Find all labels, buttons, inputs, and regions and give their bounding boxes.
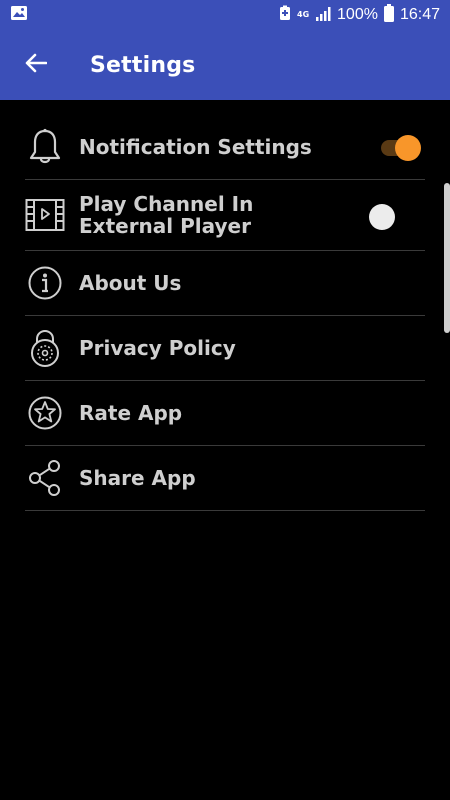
video-icon [25,195,65,235]
battery-saver-icon [279,5,291,25]
arrow-left-icon [25,53,48,77]
about-us-row[interactable]: About Us [25,251,425,316]
signal-icon [315,6,331,25]
status-bar: 4G 100% 16:47 [0,0,450,30]
notification-toggle[interactable] [381,135,421,161]
privacy-policy-label: Privacy Policy [79,336,236,360]
image-notification-icon [10,5,28,25]
clock: 16:47 [399,6,440,23]
share-app-row[interactable]: Share App [25,446,425,511]
lock-icon [25,328,65,368]
star-icon [25,393,65,433]
external-player-row[interactable]: Play Channel In External Player [25,180,425,251]
scrollbar[interactable] [444,183,450,333]
bell-icon [25,127,65,167]
rate-app-label: Rate App [79,401,183,425]
settings-list: Notification Settings Play Channel In Ex… [25,115,425,511]
notification-settings-row[interactable]: Notification Settings [25,115,425,180]
notification-settings-label: Notification Settings [79,135,312,159]
network-type: 4G [297,10,310,19]
info-icon [25,263,65,303]
external-player-label: Play Channel In External Player [79,192,254,238]
rate-app-row[interactable]: Rate App [25,381,425,446]
share-icon [25,458,65,498]
toggle-thumb [395,135,421,161]
page-title: Settings [90,52,196,78]
app-bar: Settings [0,30,450,100]
about-us-label: About Us [79,271,182,295]
battery-percent: 100% [337,6,378,23]
share-app-label: Share App [79,466,196,490]
back-button[interactable] [24,53,48,77]
toggle-thumb [369,204,395,230]
battery-icon [383,4,394,26]
external-player-toggle[interactable] [369,204,395,230]
privacy-policy-row[interactable]: Privacy Policy [25,316,425,381]
